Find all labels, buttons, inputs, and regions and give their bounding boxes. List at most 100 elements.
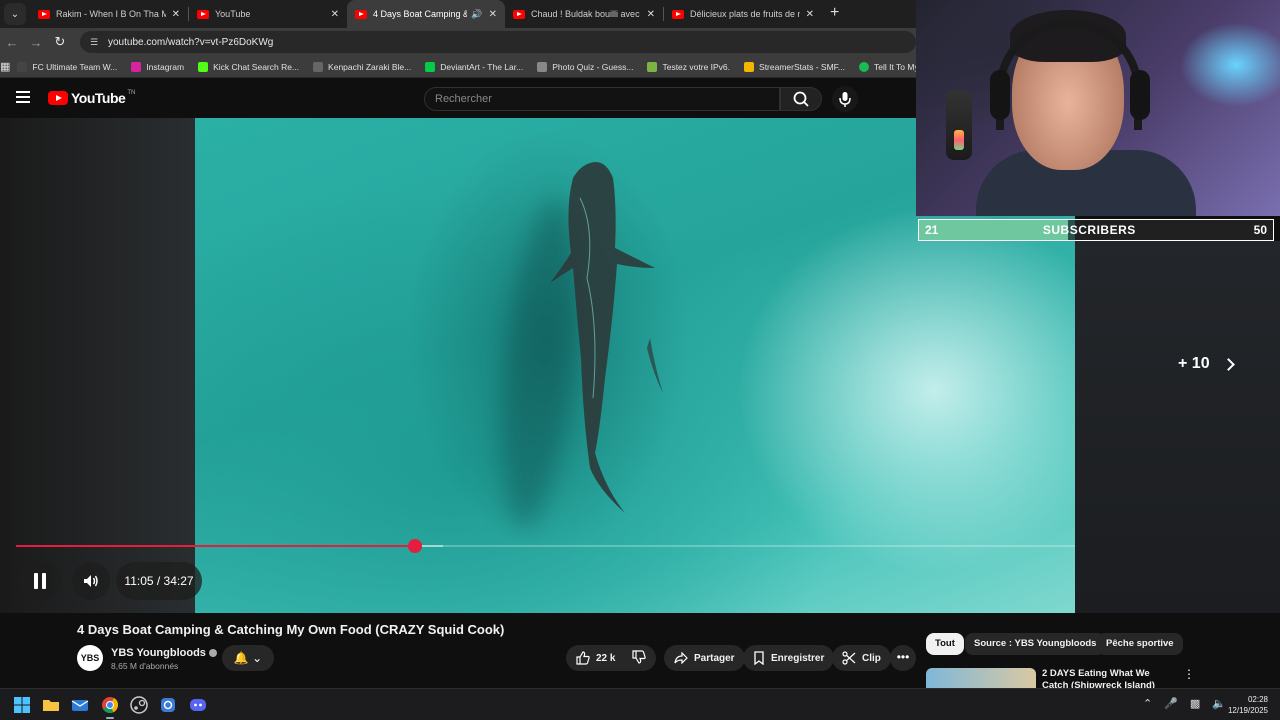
close-tab-icon[interactable]: ✕ [172,9,180,20]
close-tab-icon[interactable]: ✕ [331,9,339,20]
browser-tab-active[interactable]: 4 Days Boat Camping & Ca 🔊 ✕ [347,0,505,28]
youtube-favicon-icon [38,9,50,19]
youtube-favicon-icon [672,9,684,19]
clip-label: Clip [862,652,881,664]
back-icon[interactable]: ← [0,35,24,50]
windows-start-icon[interactable] [12,695,32,715]
bookmarks-bar: ▦ FC Ultimate Team W... Instagram Kick C… [0,56,916,78]
recommended-more-icon[interactable]: ⋮ [1183,667,1195,681]
bookmark-label: Kenpachi Zaraki Ble... [328,61,412,72]
video-player[interactable] [0,118,1075,613]
bookmark-item[interactable]: Kick Chat Search Re... [191,61,306,72]
microphone-icon [946,90,972,160]
bookmark-item[interactable]: Tell It To My Heart •... [852,61,916,72]
headset-earcup [1130,70,1150,120]
youtube-favicon-icon [355,9,367,19]
url-text: youtube.com/watch?v=vt-Pz6DoKWg [108,36,274,48]
notification-bell-button[interactable]: 🔔 ⌄ [222,645,274,671]
windows-taskbar: ⌃ 🎤 ▩ 🔈 02:28 12/19/2025 [0,688,1280,720]
close-tab-icon[interactable]: ✕ [489,9,497,20]
chip-sport-fishing[interactable]: Pêche sportive [1097,633,1183,655]
tray-microphone-icon[interactable]: 🎤 [1164,697,1178,710]
voice-search-button[interactable] [832,86,858,112]
chip-all[interactable]: Tout [926,633,964,655]
pause-icon-bar [42,573,46,589]
close-tab-icon[interactable]: ✕ [806,9,814,20]
more-actions-button[interactable]: ••• [890,645,916,671]
browser-tab[interactable]: Chaud ! Buldak bouilli avec une ✕ [505,0,663,28]
app-icon[interactable] [158,695,178,715]
bookmark-item[interactable]: Photo Quiz - Guess... [530,61,640,72]
skip-forward-button[interactable]: + 10 [1178,355,1235,373]
thumbs-up-icon [576,651,590,665]
bookmark-label: DeviantArt - The Lar... [440,61,524,72]
volume-button[interactable] [72,562,110,600]
file-explorer-icon[interactable] [41,695,61,715]
bookmark-label: Testez votre IPv6. [662,61,731,72]
microphone-icon [839,92,851,107]
address-bar-row: ← → ↻ ☰ youtube.com/watch?v=vt-Pz6DoKWg [0,28,916,56]
youtube-logo[interactable]: YouTube TN [48,90,135,106]
site-info-icon[interactable]: ☰ [90,37,102,48]
reload-icon[interactable]: ↻ [48,34,72,50]
tab-title: 4 Days Boat Camping & Ca [373,9,467,19]
browser-tab[interactable]: Délicieux plats de fruits de mer ✕ [664,0,822,28]
bookmark-item[interactable]: StreamerStats - SMF... [737,61,852,72]
tab-title: YouTube [215,9,251,19]
mail-icon[interactable] [70,695,90,715]
share-button[interactable]: Partager [664,645,745,671]
bookmark-item[interactable]: Instagram [124,61,191,72]
channel-name[interactable]: YBS Youngbloods [111,647,217,659]
bookmark-favicon-icon [17,61,28,72]
forward-icon[interactable]: → [24,35,48,50]
steam-icon[interactable] [129,695,149,715]
clock-time: 02:28 [1247,695,1268,704]
headset-earcup [990,70,1010,120]
bookmark-item[interactable]: FC Ultimate Team W... [10,61,124,72]
recommended-video-title[interactable]: 2 DAYS Eating What We Catch (Shipwreck I… [1042,668,1177,688]
tab-search-button[interactable]: ⌄ [4,3,26,25]
tab-audio-icon[interactable]: 🔊 [471,9,482,20]
tray-network-icon[interactable]: ▩ [1190,697,1200,710]
tray-chevron-up-icon[interactable]: ⌃ [1143,697,1152,710]
menu-hamburger-icon[interactable] [16,91,30,103]
taskbar-clock[interactable]: 02:28 12/19/2025 [1226,694,1268,716]
tray-volume-icon[interactable]: 🔈 [1212,697,1226,710]
bookmark-item[interactable]: Kenpachi Zaraki Ble... [306,61,418,72]
bell-icon: 🔔 [233,651,249,665]
clip-button[interactable]: Clip [832,645,891,671]
apps-grid-icon[interactable]: ▦ [0,60,10,73]
channel-avatar[interactable]: YBS [77,645,103,671]
youtube-favicon-icon [513,9,525,19]
tab-title: Rakim - When I B On Tha Mic ( [56,9,166,19]
save-button[interactable]: Enregistrer [743,645,835,671]
country-code: TN [127,90,136,96]
seek-bar[interactable] [16,539,1254,553]
discord-icon[interactable] [188,695,208,715]
chrome-icon[interactable] [100,695,120,719]
recommended-video-thumbnail[interactable] [926,668,1036,688]
seek-thumb[interactable] [407,539,422,553]
browser-tab[interactable]: YouTube ✕ [189,0,347,28]
new-tab-button[interactable]: + [822,0,847,28]
pause-icon-bar [34,573,38,589]
volume-icon [84,575,98,587]
subscriber-goal-bar: 21 SUBSCRIBERS 50 [918,219,1274,241]
chip-source-channel[interactable]: Source : YBS Youngbloods [965,633,1106,655]
bookmark-item[interactable]: Testez votre IPv6. [640,61,737,72]
chevron-down-icon: ⌄ [252,651,263,665]
bookmark-favicon-icon [313,61,324,72]
like-button[interactable]: 22 k [576,651,615,665]
bookmark-item[interactable]: DeviantArt - The Lar... [418,61,530,72]
url-input[interactable]: ☰ youtube.com/watch?v=vt-Pz6DoKWg [80,31,916,53]
search-input[interactable]: Rechercher [424,87,780,111]
browser-tab[interactable]: Rakim - When I B On Tha Mic ( ✕ [30,0,188,28]
dislike-button[interactable] [632,649,646,667]
search-button[interactable] [780,87,822,111]
youtube-wordmark: YouTube [71,90,126,106]
subscriber-label: SUBSCRIBERS [1042,223,1136,237]
deviantart-icon [425,61,436,72]
pause-button[interactable] [18,562,62,600]
scissors-icon [842,651,856,665]
close-tab-icon[interactable]: ✕ [647,9,655,20]
